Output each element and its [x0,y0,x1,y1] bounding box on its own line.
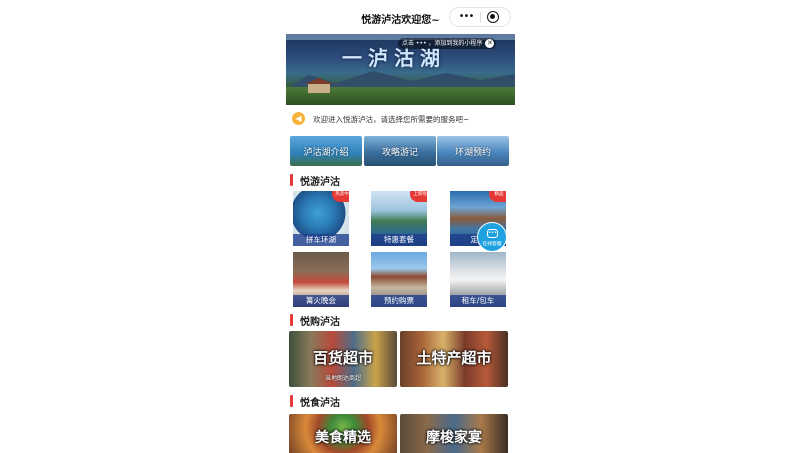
quick-link-label: 环湖预约 [454,148,491,158]
tile-carpool-lake-tour[interactable]: 热卖中 拼车环湖 [293,191,349,246]
more-menu-icon[interactable]: ••• [454,10,478,24]
quick-link-label: 攻略游记 [381,148,418,158]
new-badge: 上新啦 [410,191,427,202]
service-label: 在线客服 [482,242,502,247]
hot-badge: 热卖中 [332,191,349,202]
section-title-text: 悦食泸沽 [300,398,340,409]
tile-label: 租车/包车 [450,295,506,307]
tile-label: 拼车环湖 [293,234,349,246]
banner-mosuo-family-feast[interactable]: 摩梭家宴 [400,414,508,453]
banner-food-selection[interactable]: 美食精选 [289,414,397,453]
close-target-icon[interactable] [487,11,499,23]
section-accent-bar [290,174,293,186]
hint-close-icon[interactable]: ✕ [485,39,495,48]
tile-label: 特惠套餐 [371,234,427,246]
quick-link-guides[interactable]: 攻略游记 [364,136,436,166]
banner-title: 百货超市 [312,349,373,367]
section-accent-bar [290,314,293,326]
banner-title: 土特产超市 [416,349,492,367]
hint-text: 点击 ••• ，添加到我的小程序 [402,40,483,47]
banner-local-specialty-store[interactable]: 土特产超市 [400,331,508,387]
banner-title: 摩梭家宴 [426,430,482,446]
quick-link-intro[interactable]: 泸沽湖介绍 [290,136,362,166]
tile-label: 预约购票 [371,295,427,307]
online-service-button[interactable]: ••• 在线客服 [477,222,507,252]
quick-link-label: 泸沽湖介绍 [303,148,349,158]
mini-program-capsule: ••• [449,7,511,27]
phone-screen: 悦游泸沽欢迎您~ ••• 一泸沽湖 点击 ••• ，添加到我的小程序 ✕ ◀ 欢… [286,0,515,453]
premium-badge: 精品 [489,191,506,202]
section-accent-bar [290,395,293,407]
tile-label: 篝火晚会 [293,295,349,307]
section-title-text: 悦购泸沽 [300,317,340,328]
section-title-text: 悦游泸沽 [300,177,340,188]
banner-subtitle: 当地朗达商超 [324,375,361,382]
tile-car-rental[interactable]: 租车/包车 [450,252,506,307]
notice-bar: ◀ 欢迎进入悦游泸沽，请选择您所需要的服务吧~ [286,110,515,128]
tile-special-package[interactable]: 上新啦 特惠套餐 [371,191,427,246]
speaker-icon: ◀ [292,112,305,125]
nav-bar: 悦游泸沽欢迎您~ ••• [286,0,515,34]
banner-department-store[interactable]: 百货超市 当地朗达商超 [289,331,397,387]
add-to-my-programs-hint: 点击 ••• ，添加到我的小程序 ✕ [398,38,497,49]
tile-bonfire-party[interactable]: 篝火晚会 [293,252,349,307]
chat-icon: ••• [487,229,498,238]
hero-banner[interactable]: 一泸沽湖 点击 ••• ，添加到我的小程序 ✕ [286,34,515,105]
notice-text: 欢迎进入悦游泸沽，请选择您所需要的服务吧~ [313,115,470,124]
tile-ticket-booking[interactable]: 预约购票 [371,252,427,307]
banner-title: 美食精选 [315,430,371,446]
carousel-dots [386,95,406,105]
quick-link-lake-booking[interactable]: 环湖预约 [437,136,509,166]
capsule-divider [480,12,481,23]
banner-house [305,78,333,93]
